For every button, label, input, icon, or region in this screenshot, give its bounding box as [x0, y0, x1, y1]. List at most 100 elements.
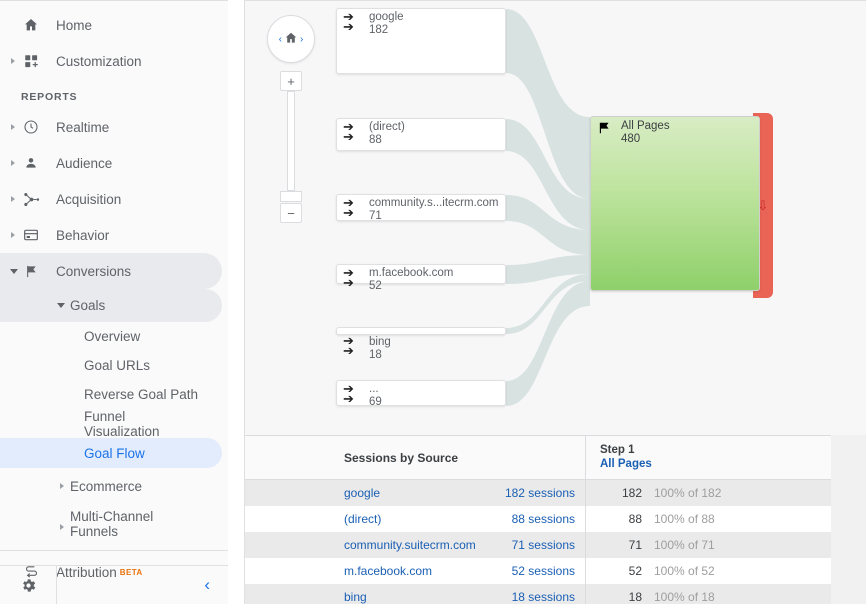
sidebar-item-behavior-label: Behavior — [56, 227, 110, 243]
sidebar-item-goals-label: Goals — [70, 298, 106, 313]
traffic-source-icon: ➔ ➔ — [343, 381, 354, 406]
behavior-icon — [21, 225, 41, 245]
sidebar-item-goal-flow[interactable]: Goal Flow — [0, 438, 222, 468]
flow-node-bing[interactable]: ➔ ➔ bing 18 — [336, 327, 506, 361]
table-row-sessions[interactable]: 71 sessions — [512, 538, 575, 552]
flow-node-other[interactable]: ➔ ➔ ... 69 — [336, 380, 506, 408]
sidebar-item-goal-urls-label: Goal URLs — [84, 358, 151, 373]
sidebar-item-realtime[interactable]: Realtime — [0, 109, 228, 145]
flow-node-direct-value: 88 — [369, 134, 382, 146]
sidebar-item-realtime-label: Realtime — [56, 119, 110, 135]
sidebar-item-home-label: Home — [56, 17, 93, 33]
flow-node-direct[interactable]: ➔ ➔ (direct) 88 — [336, 118, 506, 151]
traffic-source-icon: ➔ ➔ — [343, 195, 354, 220]
table-row-sessions[interactable]: 182 sessions — [505, 486, 575, 500]
table-row-pct: 100% of 182 — [654, 486, 722, 500]
column-header-step1: Step 1 All Pages — [585, 436, 831, 479]
table-row[interactable]: google 182 sessions 182 100% of 182 — [245, 480, 831, 506]
sidebar-section-reports: REPORTS — [21, 91, 78, 103]
chevron-right-icon — [11, 232, 15, 238]
sidebar-item-ecommerce[interactable]: Ecommerce — [0, 468, 228, 504]
sessions-table: Sessions by Source Step 1 All Pages goog… — [245, 435, 831, 604]
sidebar-item-audience[interactable]: Audience — [0, 145, 228, 181]
table-row-source[interactable]: google — [344, 486, 380, 500]
sidebar-item-acquisition[interactable]: Acquisition — [0, 181, 228, 217]
column-header-step1-line2[interactable]: All Pages — [600, 457, 831, 471]
table-row[interactable]: community.suitecrm.com 71 sessions 71 10… — [245, 532, 831, 558]
table-row-sessions[interactable]: 18 sessions — [512, 590, 575, 604]
sidebar-item-reverse-goal-path[interactable]: Reverse Goal Path — [0, 380, 228, 409]
sidebar-item-multi-channel-funnels-label-line2: Funnels — [70, 524, 119, 539]
column-header-source: Sessions by Source — [344, 450, 459, 465]
sidebar-item-funnel-visualization[interactable]: Funnel Visualization — [0, 408, 228, 439]
flow-node-community[interactable]: ➔ ➔ community.s...itecrm.com 71 — [336, 194, 506, 222]
table-row-count: 18 — [628, 590, 642, 604]
table-right-gutter — [831, 435, 866, 604]
flow-node-google-value: 182 — [369, 24, 389, 36]
table-header: Sessions by Source Step 1 All Pages — [245, 436, 831, 480]
flow-node-community-value: 71 — [369, 210, 382, 222]
column-header-step1-line1: Step 1 — [600, 444, 635, 456]
traffic-source-icon: ➔ ➔ — [343, 9, 354, 34]
sidebar-footer: ‹ — [0, 565, 228, 604]
flow-node-mfacebook[interactable]: ➔ ➔ m.facebook.com 52 — [336, 264, 506, 292]
table-row[interactable]: (direct) 88 sessions 88 100% of 88 — [245, 506, 831, 532]
table-row-count: 71 — [628, 538, 642, 552]
flow-node-google[interactable]: ➔ ➔ google 182 — [336, 8, 506, 74]
clock-icon — [21, 117, 41, 137]
table-row-pct: 100% of 18 — [654, 590, 715, 604]
chevron-right-icon — [11, 160, 15, 166]
sidebar-item-multi-channel-funnels[interactable]: Multi-Channel Funnels — [0, 504, 228, 544]
sidebar-item-goal-flow-label: Goal Flow — [84, 445, 145, 461]
table-row-sessions[interactable]: 88 sessions — [512, 512, 575, 526]
table-row[interactable]: bing 18 sessions 18 100% of 18 — [245, 584, 831, 604]
table-row-source[interactable]: community.suitecrm.com — [344, 538, 476, 552]
chevron-right-icon — [60, 483, 64, 489]
sidebar-item-customization-label: Customization — [56, 53, 142, 69]
sidebar-item-multi-channel-funnels-label-line1: Multi-Channel — [70, 509, 154, 524]
table-row-pct: 100% of 88 — [654, 512, 715, 526]
table-row-source[interactable]: m.facebook.com — [344, 564, 432, 578]
flag-icon — [597, 121, 612, 138]
sidebar-item-funnel-visualization-label-line1: Funnel — [84, 408, 126, 424]
flow-node-direct-label: (direct) — [369, 121, 405, 133]
sidebar-item-conversions[interactable]: Conversions — [0, 253, 222, 289]
sidebar-item-home[interactable]: Home — [0, 7, 228, 43]
chevron-right-icon — [11, 58, 15, 64]
traffic-source-icon: ➔ ➔ — [343, 119, 354, 144]
chevron-right-icon — [11, 196, 15, 202]
sidebar-item-ecommerce-label: Ecommerce — [70, 478, 143, 494]
table-row-count: 88 — [628, 512, 642, 526]
chevron-down-icon — [57, 303, 65, 308]
acquisition-icon — [21, 189, 41, 209]
sidebar-item-goals[interactable]: Goals — [0, 289, 222, 322]
goal-flow-page: Home Customization REPORTS Realtime Audi… — [0, 0, 866, 604]
table-row[interactable]: m.facebook.com 52 sessions 52 100% of 52 — [245, 558, 831, 584]
customization-icon — [21, 51, 41, 71]
sidebar-item-acquisition-label: Acquisition — [56, 191, 122, 207]
sidebar-item-audience-label: Audience — [56, 155, 113, 171]
table-row-count: 52 — [628, 564, 642, 578]
chevron-right-icon — [11, 124, 15, 130]
gear-icon[interactable] — [0, 577, 56, 594]
main-content: ‹ › + − ➔ ➔ google 182 ➔ ➔ (direct) 88 ➔… — [244, 0, 866, 604]
table-row-sessions[interactable]: 52 sessions — [512, 564, 575, 578]
sidebar-item-customization[interactable]: Customization — [0, 43, 228, 79]
sidebar-item-overview[interactable]: Overview — [0, 322, 228, 351]
table-row-count: 182 — [621, 486, 642, 500]
table-row-source[interactable]: (direct) — [344, 512, 381, 526]
flow-node-community-label: community.s...itecrm.com — [369, 197, 499, 209]
chevron-down-icon — [10, 269, 18, 274]
flow-node-all-pages-value: 480 — [621, 133, 641, 145]
table-row-source[interactable]: bing — [344, 590, 367, 604]
sidebar-item-behavior[interactable]: Behavior — [0, 217, 228, 253]
table-row-pct: 100% of 52 — [654, 564, 715, 578]
sidebar-item-overview-label: Overview — [84, 329, 141, 344]
person-icon — [21, 153, 41, 173]
sidebar-item-reverse-goal-path-label: Reverse Goal Path — [84, 387, 199, 402]
flow-node-all-pages[interactable]: All Pages 480 — [590, 116, 760, 291]
sidebar-item-goal-urls[interactable]: Goal URLs — [0, 351, 228, 380]
table-row-pct: 100% of 71 — [654, 538, 715, 552]
collapse-sidebar-button[interactable]: ‹ — [57, 575, 228, 595]
goal-flow-diagram: ➔ ➔ google 182 ➔ ➔ (direct) 88 ➔ ➔ communit… — [245, 1, 866, 435]
